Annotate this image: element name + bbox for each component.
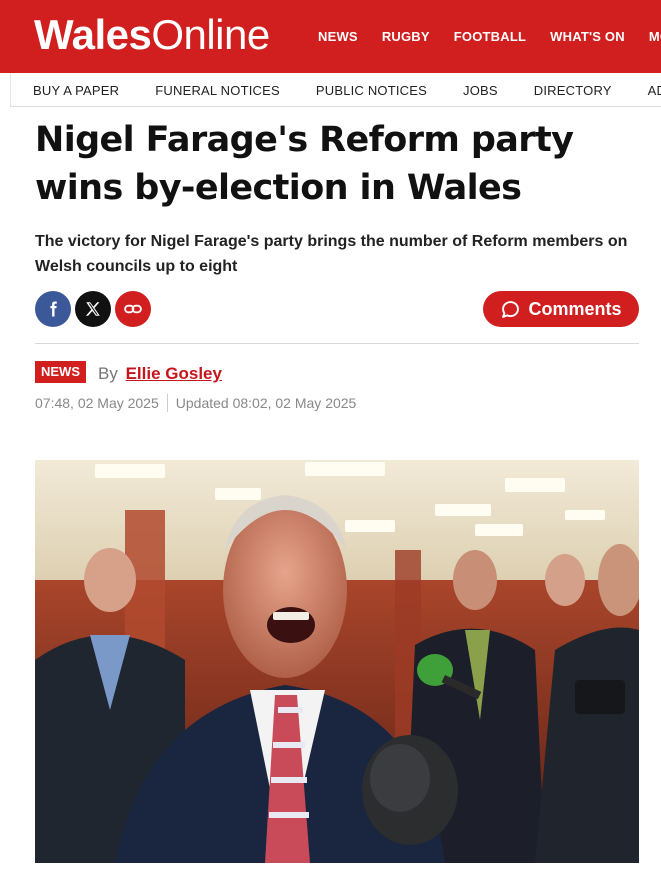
secondary-nav: BUY A PAPER FUNERAL NOTICES PUBLIC NOTIC… (33, 73, 661, 106)
nav-rugby[interactable]: RUGBY (382, 29, 430, 44)
hero-image (35, 460, 639, 863)
facebook-share-button[interactable] (35, 291, 71, 327)
secondary-nav-bar: BUY A PAPER FUNERAL NOTICES PUBLIC NOTIC… (10, 73, 661, 107)
link-icon (124, 304, 142, 314)
subnav-directory[interactable]: DIRECTORY (534, 83, 612, 98)
nav-football[interactable]: FOOTBALL (454, 29, 526, 44)
hero-photo-illustration (35, 460, 639, 863)
date-separator (166, 394, 168, 412)
main-nav: NEWS RUGBY FOOTBALL WHAT'S ON MOI (318, 0, 661, 73)
section-tag[interactable]: NEWS (35, 361, 86, 383)
x-share-button[interactable] (75, 291, 111, 327)
subnav-funeral-notices[interactable]: FUNERAL NOTICES (155, 83, 280, 98)
article-standfirst: The victory for Nigel Farage's party bri… (35, 233, 628, 275)
copy-link-button[interactable] (115, 291, 151, 327)
updated-time: Updated 08:02, 02 May 2025 (175, 395, 357, 411)
published-time: 07:48, 02 May 2025 (35, 395, 159, 411)
nav-whats-on[interactable]: WHAT'S ON (550, 29, 625, 44)
comments-button[interactable]: Comments (483, 291, 639, 327)
article-dates: 07:48, 02 May 2025 Updated 08:02, 02 May… (35, 394, 356, 412)
speech-bubble-icon (502, 300, 520, 318)
byline-prefix: By (98, 364, 118, 383)
author-link[interactable]: Ellie Gosley (126, 364, 222, 383)
nav-news[interactable]: NEWS (318, 29, 358, 44)
facebook-icon (50, 301, 57, 317)
site-logo[interactable]: WalesOnline (34, 9, 270, 61)
subnav-jobs[interactable]: JOBS (463, 83, 498, 98)
logo-bold: Wales (34, 11, 152, 58)
comments-label: Comments (528, 298, 622, 319)
article-headline: Nigel Farage's Reform party wins by-elec… (35, 120, 574, 208)
share-buttons (35, 291, 151, 327)
byline: By Ellie Gosley (98, 364, 222, 384)
subnav-public-notices[interactable]: PUBLIC NOTICES (316, 83, 427, 98)
logo-regular: Online (151, 11, 270, 58)
site-header: WalesOnline NEWS RUGBY FOOTBALL WHAT'S O… (0, 0, 661, 73)
subnav-buy-a-paper[interactable]: BUY A PAPER (33, 83, 119, 98)
subnav-advertise[interactable]: ADVER (648, 83, 661, 98)
divider (35, 343, 639, 344)
x-icon (85, 302, 100, 316)
nav-more[interactable]: MOI (649, 29, 661, 44)
